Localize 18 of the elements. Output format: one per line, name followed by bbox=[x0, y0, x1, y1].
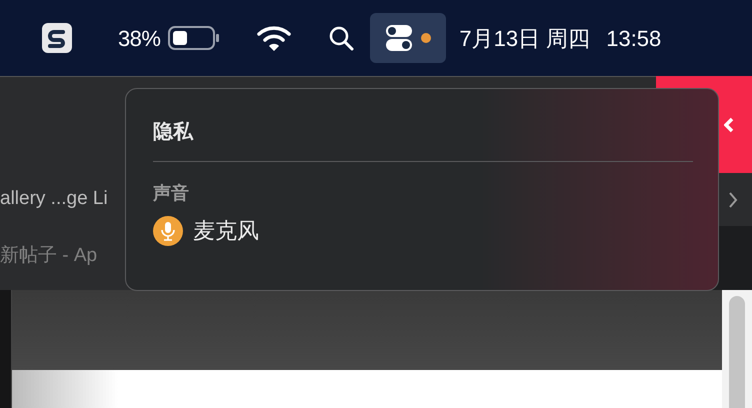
microphone-icon bbox=[153, 216, 183, 246]
battery-icon[interactable] bbox=[168, 26, 220, 50]
chevron-left-icon bbox=[724, 116, 734, 132]
app-access-item[interactable]: 麦克风 bbox=[193, 214, 259, 247]
control-center-button[interactable] bbox=[370, 13, 446, 63]
wifi-icon[interactable] bbox=[257, 25, 292, 51]
section-heading: 声音 bbox=[153, 182, 190, 205]
app-icon[interactable] bbox=[42, 23, 72, 53]
tab-title[interactable]: allery ...ge Li bbox=[0, 185, 108, 214]
chevron-right-icon[interactable] bbox=[728, 190, 738, 208]
battery-percent: 38% bbox=[118, 24, 160, 52]
search-icon[interactable] bbox=[329, 26, 354, 50]
popover-title: 隐私 bbox=[153, 118, 194, 145]
menu-bar-clock[interactable]: 13:58 bbox=[606, 22, 662, 54]
menu-bar-date[interactable]: 7月13日 周四 bbox=[459, 22, 590, 54]
scrollbar-thumb[interactable] bbox=[729, 296, 745, 408]
tab-title[interactable]: 新帖子 - Ap bbox=[0, 242, 98, 270]
toggles-icon bbox=[385, 24, 414, 52]
